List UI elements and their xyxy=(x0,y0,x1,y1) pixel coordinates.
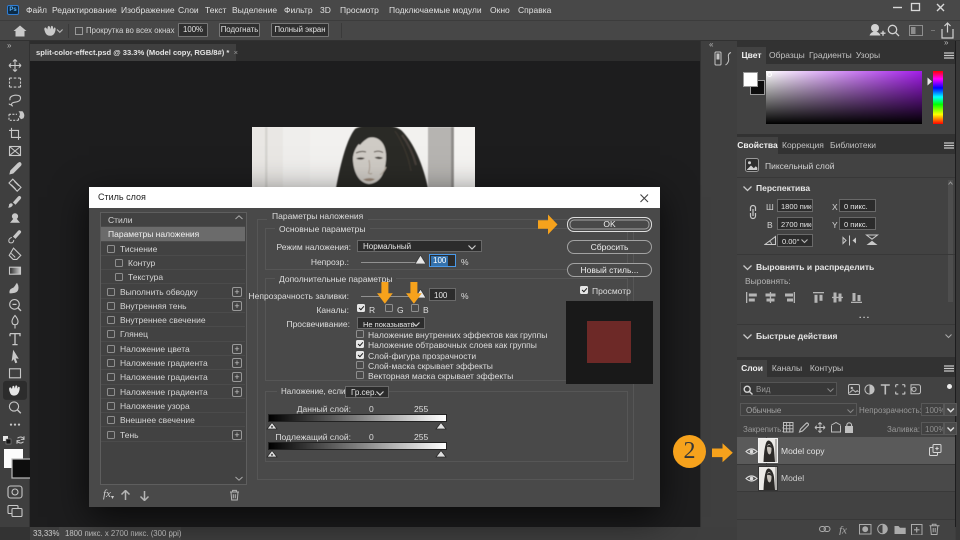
svg-text:fx: fx xyxy=(839,525,847,536)
